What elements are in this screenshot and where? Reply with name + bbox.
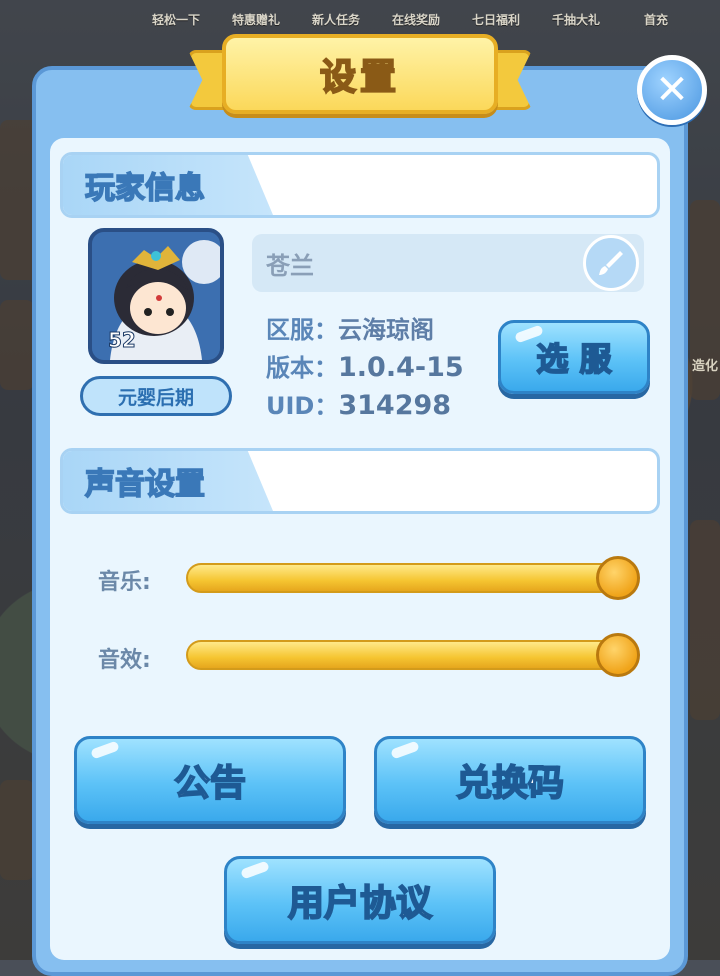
activity-relax[interactable]: 轻松一下 — [140, 0, 212, 40]
player-name: 苍兰 — [266, 252, 314, 280]
music-label: 音乐: — [98, 570, 151, 595]
rename-button[interactable] — [583, 235, 639, 291]
select-server-button[interactable]: 选 服 — [498, 320, 650, 394]
activity-thousand-draw[interactable]: 千抽大礼 — [540, 0, 612, 40]
redeem-code-label: 兑换码 — [455, 762, 565, 805]
uid-info: UID：314298 — [266, 386, 451, 421]
announcement-label: 公告 — [173, 762, 247, 805]
realm-badge: 元婴后期 — [80, 376, 232, 416]
server-value: 云海琼阁 — [338, 316, 434, 344]
close-button[interactable]: ✕ — [637, 55, 707, 125]
player-info-title: 玩家信息 — [63, 155, 273, 215]
activity-first-recharge[interactable]: 首充 — [620, 0, 692, 40]
effects-slider-track[interactable] — [186, 640, 636, 670]
music-slider-knob[interactable] — [596, 556, 640, 600]
sound-settings-title: 声音设置 — [63, 451, 273, 511]
effects-slider-knob[interactable] — [596, 633, 640, 677]
server-info: 区服：云海琼阁 — [266, 310, 434, 345]
announcement-button[interactable]: 公告 — [74, 736, 346, 824]
effects-label: 音效: — [98, 648, 151, 673]
user-agreement-button[interactable]: 用户协议 — [224, 856, 496, 944]
dialog-title: 设置 — [319, 56, 400, 99]
side-menu-label[interactable]: 造化 — [692, 355, 718, 374]
player-level: 52 — [108, 328, 137, 353]
uid-label: UID： — [266, 392, 339, 420]
brush-icon — [599, 251, 623, 275]
sound-settings-header: 声音设置 — [60, 448, 660, 514]
dialog-title-plate: 设置 — [222, 34, 498, 114]
uid-value: 314298 — [338, 390, 452, 421]
player-info-header: 玩家信息 — [60, 152, 660, 218]
user-agreement-label: 用户协议 — [287, 882, 433, 925]
close-icon: ✕ — [655, 67, 689, 113]
version-value: 1.0.4-15 — [338, 352, 464, 383]
server-label: 区服： — [266, 316, 338, 344]
select-server-label: 选 服 — [536, 339, 613, 379]
version-label: 版本： — [266, 354, 338, 382]
redeem-code-button[interactable]: 兑换码 — [374, 736, 646, 824]
music-slider-track[interactable] — [186, 563, 636, 593]
version-info: 版本：1.0.4-15 — [266, 348, 464, 383]
